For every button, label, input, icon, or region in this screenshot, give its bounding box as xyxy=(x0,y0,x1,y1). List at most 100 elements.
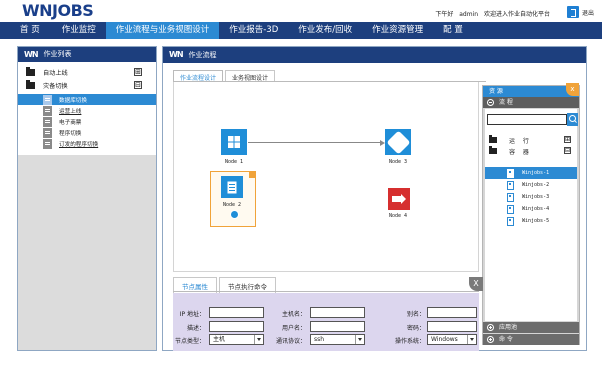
tree-children: 数据库切换 运营上线 电子商票 程序切换 订发的程序切换 xyxy=(18,92,156,149)
resource-title: 资 源 xyxy=(489,88,503,95)
command-section-header[interactable]: 命 令 xyxy=(483,334,579,345)
flow-canvas[interactable]: Node 1 Node 2 Node 3 Node 4 xyxy=(173,82,479,272)
app-pool-label: 应用池 xyxy=(499,324,518,331)
desc-label: 描述： xyxy=(186,325,205,332)
app-pool-section-header[interactable]: 应用池 xyxy=(483,322,579,333)
ip-field[interactable] xyxy=(209,307,264,318)
nav-item-monitor[interactable]: 作业监控 xyxy=(52,22,106,39)
job-item[interactable]: Winjobs-4 xyxy=(485,203,577,215)
document-icon xyxy=(43,105,52,116)
folder-icon xyxy=(26,80,35,89)
panel-logo-icon: WN xyxy=(169,50,183,59)
document-icon xyxy=(43,94,52,105)
command-label: 命 令 xyxy=(499,336,513,343)
close-icon[interactable]: X xyxy=(469,277,483,291)
job-list-panel: WN 作业列表 自动上线 ⊞ 灾备切换 ⊟ 数据库切换 运营上线 电子商票 程序… xyxy=(17,46,157,351)
document-icon xyxy=(43,127,52,138)
node-1[interactable] xyxy=(221,129,247,155)
collapse-icon[interactable]: ⊟ xyxy=(564,147,571,154)
nav-item-publish[interactable]: 作业发布/回收 xyxy=(288,22,362,39)
nav-item-flow-design[interactable]: 作业流程与业务视图设计 xyxy=(105,22,220,39)
expand-icon[interactable]: ⊞ xyxy=(564,136,571,143)
status-badge-icon xyxy=(230,210,239,219)
tree-item-ops-online[interactable]: 运营上线 xyxy=(18,105,156,116)
folder-icon xyxy=(26,67,35,76)
tree-item-label: 运营上线 xyxy=(59,108,82,115)
resource-group-running[interactable]: 运 行 ⊞ xyxy=(489,135,575,145)
expand-icon xyxy=(487,336,494,343)
ip-label: IP 地址： xyxy=(179,311,205,318)
alias-field[interactable] xyxy=(427,307,477,318)
workflow-header: WN 作业流程 xyxy=(163,47,586,63)
script-icon xyxy=(392,194,406,204)
gateway-icon xyxy=(385,129,411,155)
protocol-select[interactable]: ssh xyxy=(310,334,365,345)
resource-panel: 资 源 x 流 程 运 行 ⊞ 容 器 ⊟ Winjobs-1 Winjobs-… xyxy=(482,83,580,345)
workflow-panel: WN 作业流程 作业流程设计 业务视图设计 Node 1 Node 2 Node… xyxy=(162,46,587,351)
username-text: admin xyxy=(459,11,479,18)
job-file-icon xyxy=(507,204,514,214)
nav-item-home[interactable]: 首 页 xyxy=(0,22,52,39)
expand-icon[interactable]: ⊞ xyxy=(134,68,142,76)
node-2-label: Node 2 xyxy=(222,202,242,208)
job-item-label: Winjobs-5 xyxy=(522,218,550,224)
resource-group-label: 运 行 xyxy=(509,137,532,145)
user-label: 用户名： xyxy=(281,325,306,332)
resource-group-container[interactable]: 容 器 ⊟ xyxy=(489,146,575,156)
document-icon xyxy=(43,116,52,127)
nav-item-config[interactable]: 配 置 xyxy=(433,22,473,39)
welcome-text: 欢迎进入作业自动化平台 xyxy=(483,11,550,18)
job-item[interactable]: Winjobs-1 xyxy=(485,167,577,179)
job-list-title: 作业列表 xyxy=(43,50,72,58)
job-item-label: Winjobs-2 xyxy=(522,182,550,188)
tree-group-label: 自动上线 xyxy=(43,70,68,77)
job-item-label: Winjobs-3 xyxy=(522,194,550,200)
job-item[interactable]: Winjobs-2 xyxy=(485,179,577,191)
folder-icon xyxy=(489,146,497,154)
exit-button[interactable]: 退出 xyxy=(566,6,594,18)
description-field[interactable] xyxy=(209,321,264,332)
job-item[interactable]: Winjobs-5 xyxy=(485,215,577,227)
flow-section-label: 流 程 xyxy=(499,99,513,106)
hostname-field[interactable] xyxy=(310,307,365,318)
resource-body: 运 行 ⊞ 容 器 ⊟ Winjobs-1 Winjobs-2 Winjobs-… xyxy=(485,109,578,321)
tree-item-db-switch[interactable]: 数据库切换 xyxy=(18,94,156,105)
tree-group-auto-online[interactable]: 自动上线 ⊞ xyxy=(18,66,156,79)
search-icon[interactable] xyxy=(567,113,578,126)
job-item[interactable]: Winjobs-3 xyxy=(485,191,577,203)
job-file-icon xyxy=(507,192,514,202)
app-logo: WNJOBS xyxy=(22,1,94,20)
collapse-icon[interactable]: ⊟ xyxy=(134,81,142,89)
property-tab-divider xyxy=(173,291,479,292)
username-field[interactable] xyxy=(310,321,365,332)
os-select[interactable]: Windows xyxy=(427,334,477,345)
node-type-select[interactable]: 主机 xyxy=(209,334,264,345)
password-label: 密码： xyxy=(406,325,425,332)
tree-item-issued-program-switch[interactable]: 订发的程序切换 xyxy=(18,138,156,149)
flow-section-header[interactable]: 流 程 xyxy=(483,97,579,108)
nav-item-resources[interactable]: 作业资源管理 xyxy=(362,22,433,39)
tree-item-e-ticket[interactable]: 电子商票 xyxy=(18,116,156,127)
job-item-label: Winjobs-4 xyxy=(522,206,550,212)
resource-group-label: 容 器 xyxy=(509,148,532,156)
password-field[interactable] xyxy=(427,321,477,332)
tree-item-label: 数据库切换 xyxy=(59,97,87,104)
nav-item-report-3d[interactable]: 作业报告-3D xyxy=(219,22,288,39)
protocol-label: 通讯协议： xyxy=(276,338,307,345)
node-2[interactable] xyxy=(221,176,243,198)
close-icon[interactable]: x xyxy=(566,83,579,96)
tree-item-program-switch[interactable]: 程序切换 xyxy=(18,127,156,138)
panel-logo-icon: WN xyxy=(24,50,38,59)
workflow-title: 作业流程 xyxy=(188,51,217,59)
node-4[interactable] xyxy=(388,188,410,210)
os-label: 操作系统： xyxy=(395,338,426,345)
user-info: 下午好 admin 欢迎进入作业自动化平台 xyxy=(431,9,550,18)
resource-search-input[interactable] xyxy=(487,114,567,125)
node-3[interactable] xyxy=(385,129,411,155)
document-icon xyxy=(43,138,52,149)
node-4-label: Node 4 xyxy=(388,213,408,219)
collapse-icon xyxy=(487,99,494,106)
tree-group-dr-switch[interactable]: 灾备切换 ⊟ xyxy=(18,79,156,92)
job-tree: 自动上线 ⊞ 灾备切换 ⊟ 数据库切换 运营上线 电子商票 程序切换 订发的程序… xyxy=(18,62,156,155)
node-property-form: IP 地址： 主机名： 别名： 描述： 用户名： 密码： 节点类型： 主机 通讯… xyxy=(173,293,479,351)
